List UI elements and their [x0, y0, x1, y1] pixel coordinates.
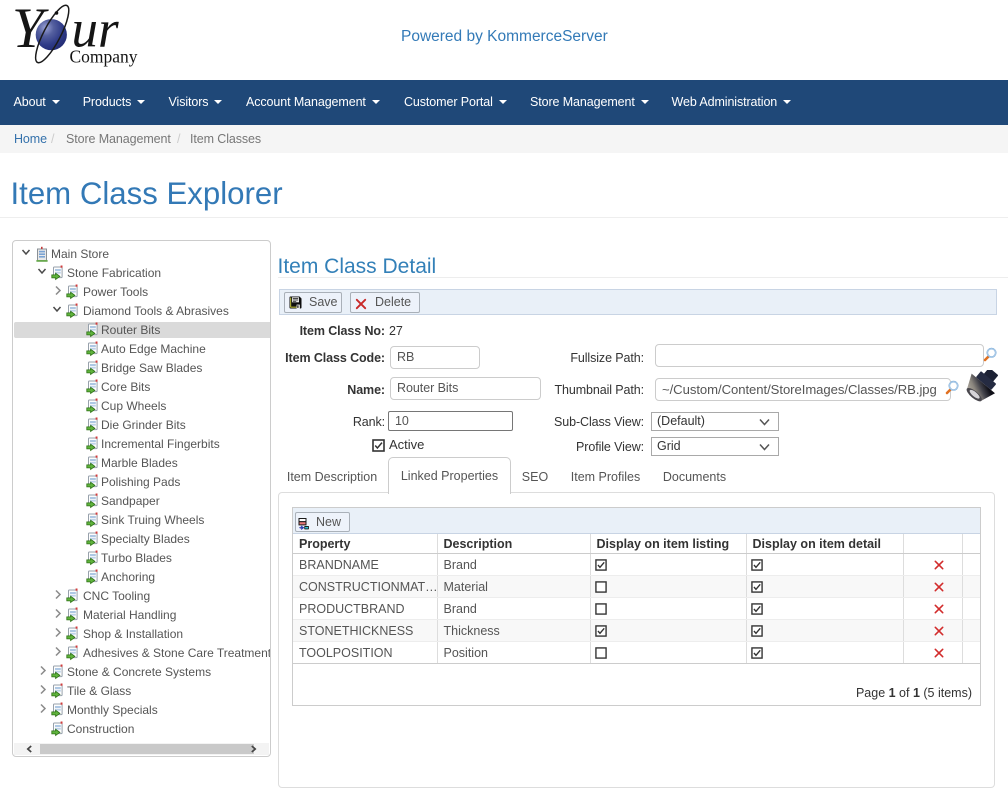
- svg-text:Company: Company: [70, 47, 138, 67]
